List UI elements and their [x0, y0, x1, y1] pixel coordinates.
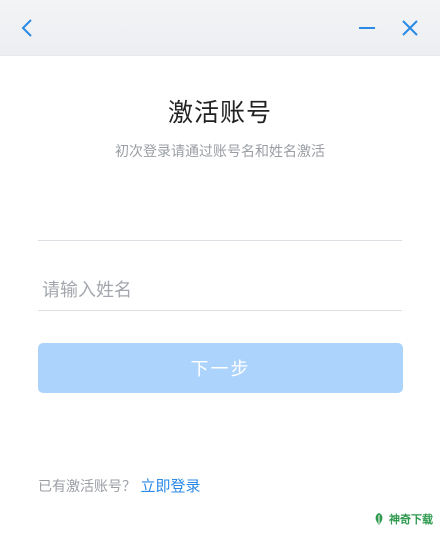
name-input[interactable] [38, 271, 402, 311]
login-prompt: 已有激活账号？ 立即登录 [38, 475, 200, 496]
login-prompt-text: 已有激活账号？ [38, 479, 136, 495]
login-now-link[interactable]: 立即登录 [140, 477, 200, 495]
close-icon [402, 20, 418, 36]
page-subtitle: 初次登录请通过账号名和姓名激活 [115, 144, 325, 160]
minus-icon [359, 27, 375, 29]
watermark: 神奇下载 [372, 510, 433, 528]
leaf-logo-icon [375, 513, 383, 525]
account-input[interactable] [38, 201, 402, 241]
page-title: 激活账号 [167, 98, 272, 127]
close-button[interactable] [396, 14, 424, 42]
title-bar [0, 0, 440, 56]
minimize-button[interactable] [353, 14, 381, 42]
activate-account-window: 激活账号 初次登录请通过账号名和姓名激活 下一步 已有激活账号？ 立即登录 神奇… [0, 0, 440, 535]
watermark-text: 神奇下载 [389, 513, 433, 526]
chevron-left-icon [21, 19, 32, 37]
back-button[interactable] [13, 14, 41, 42]
next-step-button[interactable]: 下一步 [38, 343, 403, 393]
